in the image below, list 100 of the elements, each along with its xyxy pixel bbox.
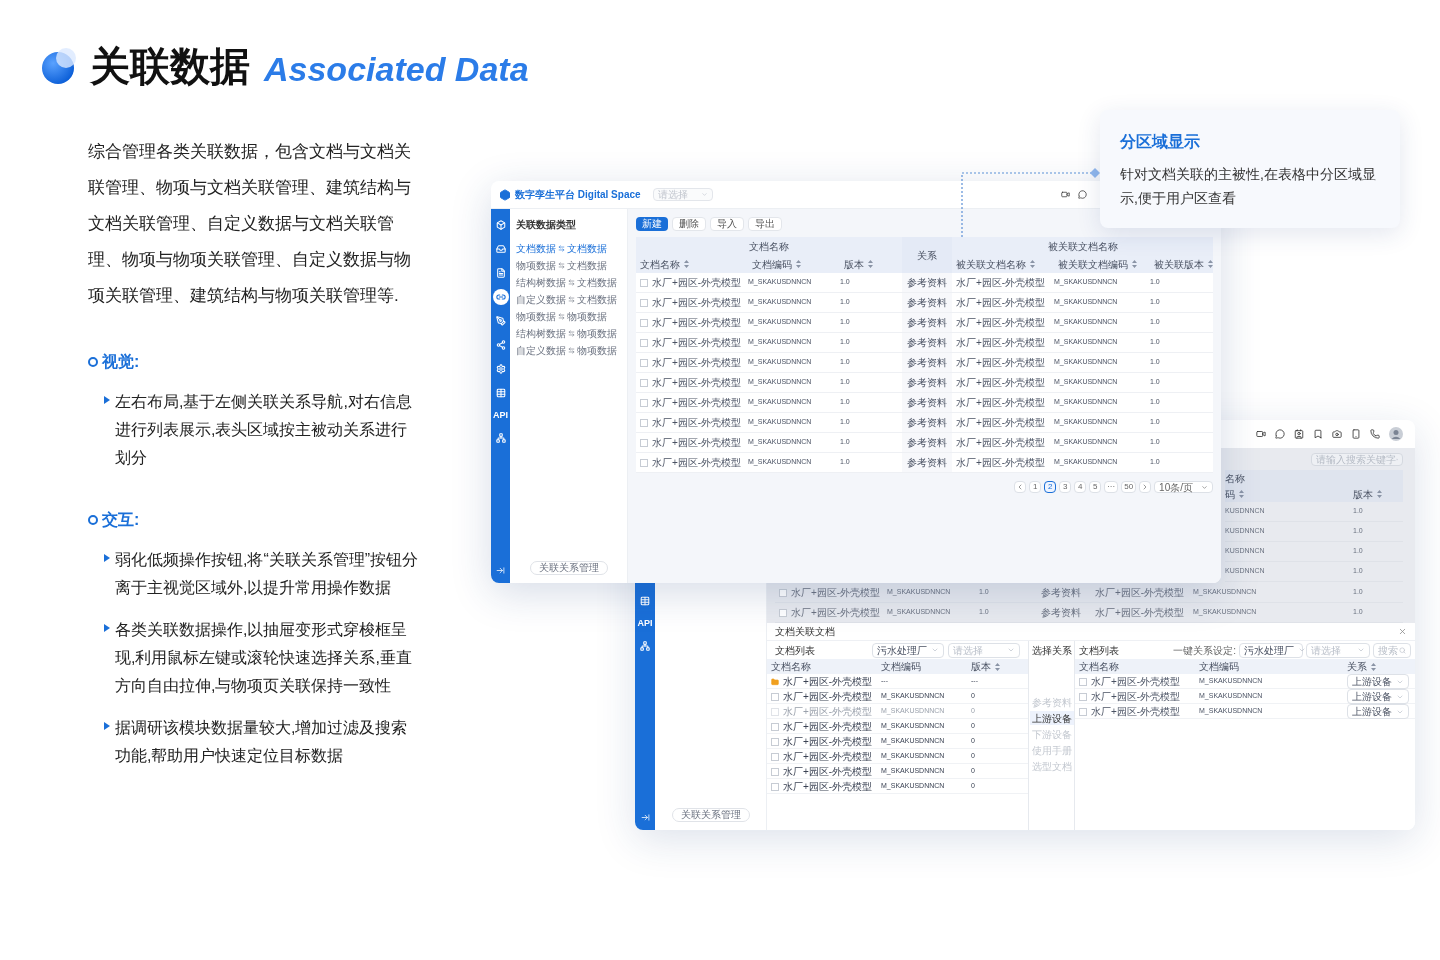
column-header[interactable]: 关系 <box>1347 659 1411 674</box>
rail-item[interactable]: API <box>635 617 655 630</box>
table-cell-text: 水厂+园区-外壳模型 <box>783 735 873 749</box>
column-header[interactable]: 被关联文档编码 <box>1054 256 1150 272</box>
nav-item[interactable]: 自定义数据 物项数据 <box>516 342 621 359</box>
table-cell-text: 水厂+园区-外壳模型 <box>783 675 873 689</box>
table-cell-text: 水厂+园区-外壳模型 <box>955 436 1047 450</box>
column-header: 文档编码 <box>881 660 922 674</box>
select-field[interactable]: 污水处理厂 <box>1239 642 1303 658</box>
select-field[interactable]: 上游设备 <box>1347 689 1409 704</box>
page-button[interactable]: 4 <box>1074 481 1087 493</box>
page-title: 关联数据 <box>90 46 250 86</box>
table-cell-text: 水厂+园区-外壳模型 <box>955 356 1047 370</box>
toolbar-button[interactable]: 导入 <box>710 217 744 231</box>
table-cell-text: 水厂+园区-外壳模型 <box>652 316 742 330</box>
table-cell-text: 水厂+园区-外壳模型 <box>652 376 742 390</box>
panel-title: 文档列表 <box>1079 643 1119 658</box>
table-cell-text: 水厂+园区-外壳模型 <box>783 690 873 704</box>
column-group-header: 文档名称 <box>748 239 790 254</box>
table-cell-text: 水厂+园区-外壳模型 <box>955 376 1047 390</box>
page-button[interactable]: 3 <box>1059 481 1072 493</box>
table-cell-text: 水厂+园区-外壳模型 <box>791 586 881 600</box>
column-header[interactable]: 版本 <box>1353 486 1403 502</box>
table-cell: 参考资料 <box>902 373 952 392</box>
drawer-title: 文档关联文档 <box>775 625 835 639</box>
column-header[interactable]: 版本 <box>840 256 902 272</box>
table-cell-text: 水厂+园区-外壳模型 <box>1091 675 1181 689</box>
table-cell-text: 水厂+园区-外壳模型 <box>783 765 873 779</box>
relation-option[interactable]: 上游设备 <box>1029 711 1074 725</box>
table-cell-text: 水厂+园区-外壳模型 <box>652 456 742 470</box>
table-cell-text: 水厂+园区-外壳模型 <box>955 416 1047 430</box>
toolbar-button[interactable]: 导出 <box>748 217 782 231</box>
table-cell-text: 水厂+园区-外壳模型 <box>783 780 873 794</box>
column-header: 文档编码 <box>1199 660 1240 674</box>
table-cell: 参考资料 <box>902 453 952 472</box>
callout-title: 分区域显示 <box>1120 132 1201 152</box>
table-cell-text: 水厂+园区-外壳模型 <box>652 276 742 290</box>
select-field[interactable]: 上游设备 <box>1347 674 1409 689</box>
bullet-text: 各类关联数据操作,以抽屉变形式穿梭框呈现,利用鼠标左键或滚轮快速选择关系,垂直方向自由拉伸,与物项页关联保持一致性 <box>115 620 413 696</box>
table-cell-text: 水厂+园区-外壳模型 <box>783 750 873 764</box>
select-field[interactable]: 污水处理厂 <box>872 642 944 658</box>
column-header[interactable]: 码 <box>1225 486 1353 502</box>
column-header: 文档名称 <box>771 660 812 674</box>
table-cell: 参考资料 <box>902 273 952 292</box>
column-group-header: 名称 <box>1225 471 1245 486</box>
column-header[interactable]: 版本 <box>971 659 1024 674</box>
table-cell-text: 水厂+园区-外壳模型 <box>1091 705 1181 719</box>
table-cell: 参考资料 <box>902 433 952 452</box>
page-button[interactable]: 2 <box>1044 481 1057 493</box>
page-button[interactable]: ··· <box>1104 481 1119 493</box>
nav-item[interactable]: 自定义数据 文档数据 <box>516 291 621 308</box>
table-cell-text: 水厂+园区-外壳模型 <box>1094 586 1186 600</box>
column-header[interactable]: 文档名称 <box>636 256 748 272</box>
quick-set-label: 一键关系设定: <box>1173 643 1236 658</box>
select-field[interactable]: 上游设备 <box>1347 704 1409 719</box>
section-heading: 视觉: <box>102 352 140 372</box>
table-cell-text: 水厂+园区-外壳模型 <box>652 336 742 350</box>
table-cell-text: 水厂+园区-外壳模型 <box>652 396 742 410</box>
rail-item[interactable]: API <box>491 409 510 422</box>
table-cell-text: 水厂+园区-外壳模型 <box>955 316 1047 330</box>
nav-item[interactable]: 文档数据 文档数据 <box>516 240 621 257</box>
table-cell: 参考资料 <box>902 333 952 352</box>
toolbar-button[interactable]: 删除 <box>672 217 706 231</box>
table-cell-text: 水厂+园区-外壳模型 <box>955 296 1047 310</box>
column-header[interactable]: 被关联版本 <box>1150 256 1213 272</box>
table-cell: 参考资料 <box>902 293 952 312</box>
table-cell-text: 水厂+园区-外壳模型 <box>652 416 742 430</box>
table-cell-text: 水厂+园区-外壳模型 <box>955 336 1047 350</box>
column-header[interactable]: 文档编码 <box>748 256 840 272</box>
column-group-header: 被关联文档名称 <box>1046 239 1119 254</box>
table-cell-text: 水厂+园区-外壳模型 <box>791 606 881 620</box>
nav-item[interactable]: 物项数据 文档数据 <box>516 257 621 274</box>
table-cell: 参考资料 <box>902 313 952 332</box>
column-header[interactable]: 被关联文档名称 <box>952 256 1054 272</box>
table-cell: 参考资料 <box>902 413 952 432</box>
table-cell-text: 水厂+园区-外壳模型 <box>955 456 1047 470</box>
intro-paragraph: 综合管理各类关联数据，包含文档与文档关联管理、物项与文档关联管理、建筑结构与文档关联管理、自定义数据与文档关联管理、物项与物项关联管理、自定义数据与物项关联管理、建筑结构与物项关联管理等. <box>88 141 412 307</box>
nav-item[interactable]: 物项数据 物项数据 <box>516 308 621 325</box>
page-button[interactable]: 50 <box>1121 481 1137 493</box>
table-cell-text: 水厂+园区-外壳模型 <box>783 705 873 719</box>
table-cell-text: 水厂+园区-外壳模型 <box>955 396 1047 410</box>
nav-item[interactable]: 结构树数据 物项数据 <box>516 325 621 342</box>
page-button[interactable]: 1 <box>1029 481 1042 493</box>
column-header: 文档名称 <box>1079 660 1120 674</box>
nav-item[interactable]: 结构树数据 文档数据 <box>516 274 621 291</box>
bullet-text: 左右布局,基于左侧关联关系导航,对右信息进行列表展示,表头区域按主被动关系进行划分 <box>115 392 413 468</box>
table-cell-text: 水厂+园区-外壳模型 <box>1094 606 1186 620</box>
table-cell-text: 水厂+园区-外壳模型 <box>652 436 742 450</box>
table-cell-text: 水厂+园区-外壳模型 <box>652 356 742 370</box>
page-button[interactable]: 5 <box>1089 481 1102 493</box>
page-size-select[interactable]: 10条/页 <box>1154 481 1213 493</box>
table-cell: 参考资料 <box>902 393 952 412</box>
table-cell-text: 水厂+园区-外壳模型 <box>955 276 1047 290</box>
table-cell-text: 水厂+园区-外壳模型 <box>1091 690 1181 704</box>
bullet-text: 据调研该模块数据量较大,增加过滤及搜索功能,帮助用户快速定位目标数据 <box>115 718 409 766</box>
toolbar-button[interactable]: 新建 <box>636 217 668 231</box>
nav-title: 关联数据类型 <box>516 218 577 232</box>
table-cell-text: 参考资料 <box>1041 606 1082 620</box>
callout-text: 针对文档关联的主被性,在表格中分区域显示,便于用户区查看 <box>1120 165 1377 208</box>
bullet-text: 弱化低频操作按钮,将“关联关系管理”按钮分离于主视觉区域外,以提升常用操作数据 <box>115 550 420 598</box>
